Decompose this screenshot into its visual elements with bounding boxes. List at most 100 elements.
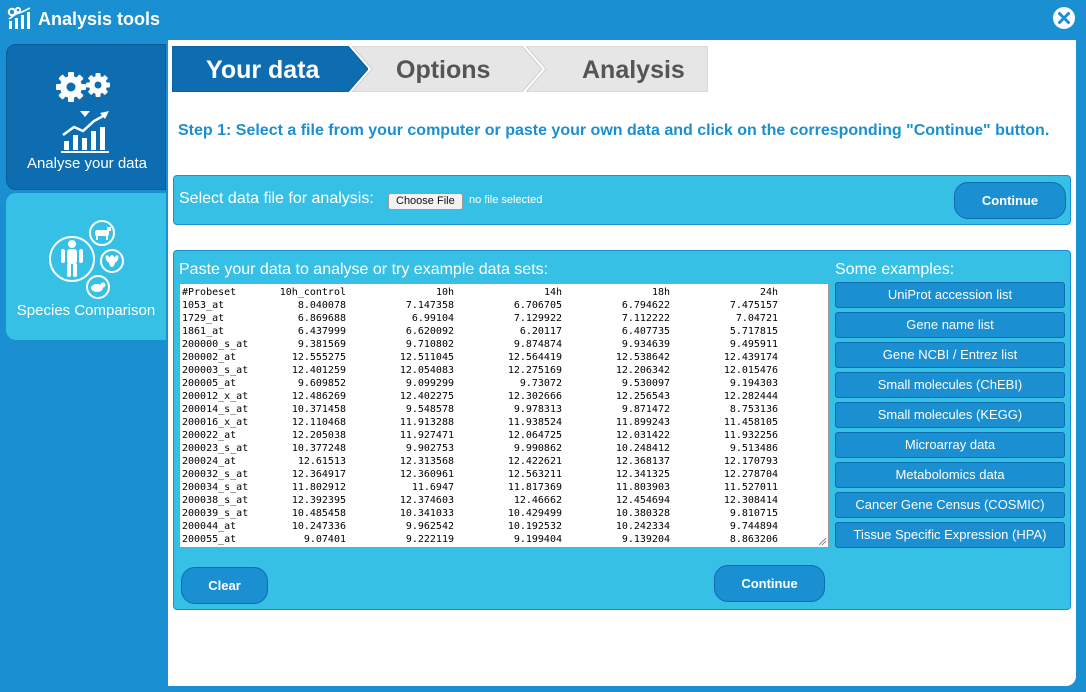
sidebar-item-analyse-your-data[interactable]: Analyse your data: [6, 44, 166, 190]
data-row: 200012_x_at 12.486269 12.402275 12.302666 12…: [182, 390, 778, 403]
file-select-label: Select data file for analysis:: [179, 190, 374, 207]
value-cell: 12.278704: [723, 469, 778, 480]
value-cell: 9.744894: [729, 521, 778, 532]
sidebar-item-label: Species Comparison: [16, 302, 156, 319]
data-row: 200023_s_at 10.377248 9.902753 9.990862 10.2…: [182, 442, 778, 455]
instructions-text: Step 1: Select a file from your computer…: [178, 122, 1050, 139]
value-cell: 10.341033: [399, 508, 454, 519]
value-cell: 11.927471: [399, 430, 454, 441]
value-cell: 9.495911: [729, 339, 778, 350]
value-cell: 14h: [543, 287, 562, 298]
probeset-cell: 200039_s_at: [182, 508, 249, 519]
value-cell: 9.609852: [297, 378, 346, 389]
value-cell: 11.6947: [411, 482, 454, 493]
choose-file-button[interactable]: Choose File: [388, 193, 463, 210]
value-cell: 12.402275: [399, 391, 454, 402]
probeset-cell: 200012_x_at: [182, 391, 249, 402]
value-cell: 12.341325: [615, 469, 670, 480]
value-cell: 8.863206: [729, 534, 778, 545]
step-navigation: Analysis Options Your data: [172, 46, 712, 92]
probeset-cell: 200038_s_at: [182, 495, 249, 506]
clear-button[interactable]: Clear: [181, 567, 268, 604]
probeset-cell: 200005_at: [182, 378, 237, 389]
data-row: 200016_x_at 12.110468 11.913288 11.938524 11…: [182, 416, 778, 429]
resize-grip-icon[interactable]: [817, 536, 827, 546]
example-button-1[interactable]: Gene name list: [835, 312, 1065, 338]
value-cell: 12.054083: [399, 365, 454, 376]
value-cell: 10.485458: [291, 508, 346, 519]
probeset-cell: 200032_s_at: [182, 469, 249, 480]
probeset-cell: 200014_s_at: [182, 404, 249, 415]
continue-paste-button[interactable]: Continue: [714, 565, 825, 602]
example-button-6[interactable]: Metabolomics data: [835, 462, 1065, 488]
value-cell: 11.803903: [615, 482, 670, 493]
value-cell: 12.205038: [291, 430, 346, 441]
value-cell: 6.20117: [519, 326, 562, 337]
species-comparison-icon: [49, 220, 124, 299]
value-cell: 9.710802: [405, 339, 454, 350]
file-select-panel: Select data file for analysis: Choose Fi…: [173, 175, 1071, 225]
main-panel: Analysis Options Your data Step 1: Selec…: [168, 40, 1076, 686]
value-cell: 12.170793: [723, 456, 778, 467]
value-cell: 12.275169: [507, 365, 562, 376]
analysis-tools-logo-icon: [7, 6, 31, 29]
step-label: Analysis: [582, 56, 685, 84]
example-button-0[interactable]: UniProt accession list: [835, 282, 1065, 308]
example-button-8[interactable]: Tissue Specific Expression (HPA): [835, 522, 1065, 548]
value-cell: 9.810715: [729, 508, 778, 519]
value-cell: 12.61513: [297, 456, 346, 467]
value-cell: 5.717815: [729, 326, 778, 337]
value-cell: 12.282444: [723, 391, 778, 402]
value-cell: 9.139204: [621, 534, 670, 545]
data-row: 200005_at 9.609852 9.099299 9.73072 9.530097…: [182, 377, 778, 390]
value-cell: 9.222119: [405, 534, 454, 545]
value-cell: 10.377248: [291, 443, 346, 454]
value-cell: 10.380328: [615, 508, 670, 519]
example-button-5[interactable]: Microarray data: [835, 432, 1065, 458]
value-cell: 11.932256: [723, 430, 778, 441]
value-cell: 11.802912: [291, 482, 346, 493]
close-button[interactable]: [1053, 7, 1075, 29]
value-cell: 7.04721: [735, 313, 778, 324]
file-status-text: no file selected: [469, 194, 543, 206]
value-cell: 10h_control: [279, 287, 346, 298]
data-row: 1861_at 6.437999 6.620092 6.20117 6.407735 5.…: [182, 325, 778, 338]
value-cell: 12.360961: [399, 469, 454, 480]
data-header-row: #Probeset 10h_control 10h 14h 18h 24h: [182, 286, 778, 299]
value-cell: 9.099299: [405, 378, 454, 389]
data-row: 200002_at 12.555275 12.511045 12.564419 12.5…: [182, 351, 778, 364]
continue-file-button[interactable]: Continue: [954, 182, 1066, 219]
data-row: 200044_at 10.247336 9.962542 10.192532 10.24…: [182, 520, 778, 533]
data-textarea[interactable]: #Probeset 10h_control 10h 14h 18h 24h 1053_at 8…: [179, 283, 829, 548]
close-icon: [1058, 12, 1070, 24]
value-cell: 10.429499: [507, 508, 562, 519]
value-cell: 6.99104: [411, 313, 454, 324]
probeset-cell: #Probeset: [182, 287, 237, 298]
data-row: 200039_s_at 10.485458 10.341033 10.429499 10…: [182, 507, 778, 520]
step-your-data[interactable]: Your data: [172, 46, 368, 92]
value-cell: 12.555275: [291, 352, 346, 363]
value-cell: 9.07401: [303, 534, 346, 545]
examples-label: Some examples:: [835, 261, 955, 278]
value-cell: 12.015476: [723, 365, 778, 376]
probeset-cell: 200002_at: [182, 352, 237, 363]
data-row: 200000_s_at 9.381569 9.710802 9.874874 9.934…: [182, 338, 778, 351]
value-cell: 9.874874: [513, 339, 562, 350]
probeset-cell: 200024_at: [182, 456, 237, 467]
step-analysis[interactable]: Analysis: [526, 46, 708, 92]
example-button-2[interactable]: Gene NCBI / Entrez list: [835, 342, 1065, 368]
example-button-7[interactable]: Cancer Gene Census (COSMIC): [835, 492, 1065, 518]
value-cell: 12.308414: [723, 495, 778, 506]
value-cell: 9.530097: [621, 378, 670, 389]
step-options[interactable]: Options: [352, 46, 542, 92]
example-button-3[interactable]: Small molecules (ChEBI): [835, 372, 1065, 398]
value-cell: 12.392395: [291, 495, 346, 506]
value-cell: 12.302666: [507, 391, 562, 402]
value-cell: 10.247336: [291, 521, 346, 532]
sidebar-item-species-comparison[interactable]: Species Comparison: [6, 193, 166, 340]
value-cell: 12.439174: [723, 352, 778, 363]
value-cell: 12.401259: [291, 365, 346, 376]
example-button-4[interactable]: Small molecules (KEGG): [835, 402, 1065, 428]
data-row: 200038_s_at 12.392395 12.374603 12.46662 12.…: [182, 494, 778, 507]
value-cell: 18h: [651, 287, 670, 298]
